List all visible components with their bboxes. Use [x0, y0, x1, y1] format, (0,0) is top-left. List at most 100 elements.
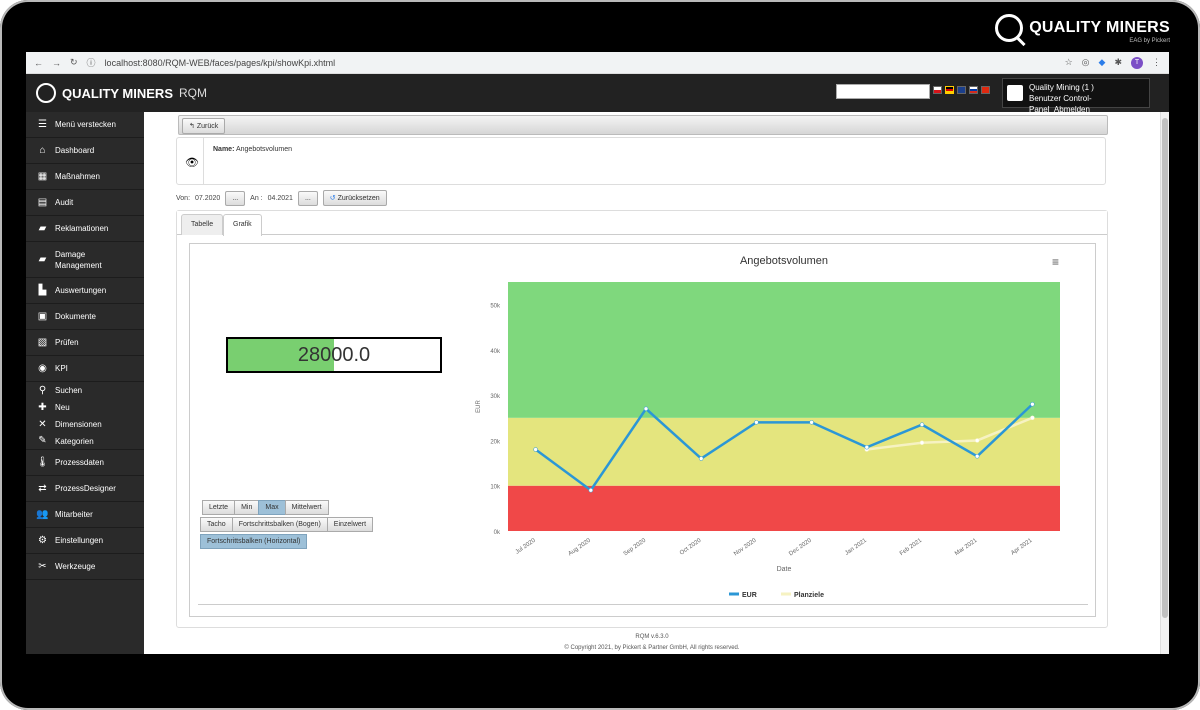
drop-icon[interactable]: ◆ [1099, 57, 1106, 68]
sidebar-item-dashboard[interactable]: ⌂ Dashboard [26, 138, 144, 164]
data-point [588, 488, 594, 493]
from-date-picker-button[interactable]: ... [225, 190, 246, 206]
header-search-input[interactable] [836, 84, 930, 99]
sidebar-item-mitarbeiter[interactable]: 👥 Mitarbeiter [26, 502, 144, 528]
brand-logo: QUALITY MINERS EAG by Pickert [995, 14, 1170, 44]
option-button[interactable]: Mittelwert [284, 500, 329, 515]
from-value: 07.2020 [195, 194, 221, 202]
page-scrollbar[interactable] [1160, 112, 1169, 654]
extension-icon[interactable]: ◎ [1082, 57, 1090, 68]
y-axis-label: EUR [476, 400, 482, 413]
tab-tabelle[interactable]: Tabelle [181, 214, 224, 235]
language-flags [933, 86, 990, 94]
plot-band [508, 417, 1060, 486]
sidebar-item-label: Mitarbeiter [55, 510, 93, 519]
eye-icon[interactable]: 👁 [185, 156, 199, 169]
sidebar-item-label: Prozessdaten [55, 458, 104, 467]
x-tick-label: Mar 2021 [954, 537, 979, 557]
flag-cn-icon[interactable] [981, 86, 990, 94]
option-button[interactable]: Fortschrittsbalken (Horizontal) [200, 534, 308, 549]
sidebar-item-prozessdaten[interactable]: 🌡 Prozessdaten [26, 450, 144, 476]
reset-icon: ↺ [329, 195, 336, 202]
sidebar-item-werkzeuge[interactable]: ✂ Werkzeuge [26, 554, 144, 580]
sidebar-item-suchen[interactable]: ⚲ Suchen [26, 382, 144, 399]
back-button[interactable]: ↰ Zurück [182, 118, 226, 134]
x-tick-label: Jul 2020 [515, 537, 538, 555]
back-arrow-icon[interactable]: ← [34, 58, 43, 68]
user-name: Quality Mining (1 ) [1029, 83, 1094, 92]
browser-bar: ← → ↻ ⓘ localhost:8080/RQM-WEB/faces/pag… [26, 52, 1169, 74]
profile-avatar[interactable]: T [1131, 56, 1143, 69]
bar-chart-icon: ▙ [38, 284, 47, 296]
sidebar-item-kpi[interactable]: ◉ KPI [26, 356, 144, 382]
sidebar-item-label: KPI [55, 364, 68, 373]
browser-menu-icon[interactable]: ⋮ [1152, 57, 1161, 68]
to-date-picker-button[interactable]: ... [297, 190, 318, 206]
legend-label[interactable]: EUR [742, 592, 757, 599]
sidebar-item-audit[interactable]: ▤ Audit [26, 190, 144, 216]
sidebar-item-menu-toggle[interactable]: ☰ Menü verstecken [26, 112, 144, 138]
sidebar-item-label: ProzessDesigner [55, 484, 116, 493]
option-button[interactable]: Letzte [202, 500, 236, 515]
chart-menu-icon[interactable]: ≡ [1052, 255, 1059, 269]
shuffle-icon: ⇄ [38, 482, 47, 494]
option-button[interactable]: Min [234, 500, 260, 515]
sidebar-item-label: Menü verstecken [55, 120, 116, 129]
footer: RQM v.6.3.0 © Copyright 2021, by Pickert… [144, 632, 1160, 654]
chart-title: Angebotsvolumen [740, 255, 828, 267]
forward-arrow-icon[interactable]: → [52, 58, 61, 68]
data-point [974, 438, 980, 443]
data-point [533, 447, 538, 452]
scrollbar-thumb[interactable] [1162, 118, 1168, 618]
sidebar-item-einstellungen[interactable]: ⚙ Einstellungen [26, 528, 144, 554]
address-bar[interactable]: localhost:8080/RQM-WEB/faces/pages/kpi/s… [105, 58, 1056, 68]
brand-sub: EAG by Pickert [1129, 38, 1170, 44]
data-point [809, 420, 814, 425]
sidebar-item-neu[interactable]: ✚ Neu [26, 399, 144, 416]
main-content: ↰ Zurück 👁 Name: Angebotsvolumen Von: 07… [144, 112, 1160, 654]
info-icon[interactable]: ⓘ [87, 56, 96, 69]
sidebar-item-kategorien[interactable]: ✎ Kategorien [26, 433, 144, 450]
tools-icon: ✂ [38, 560, 47, 572]
flag-de-icon[interactable] [945, 86, 954, 94]
search-icon: ⚲ [38, 384, 47, 396]
aggregation-buttons: Letzte Min Max Mittelwert [202, 500, 329, 515]
option-button[interactable]: Einzelwert [326, 517, 374, 532]
reset-button-label: Zurücksetzen [337, 195, 380, 202]
sidebar-item-label: Kategorien [55, 436, 94, 446]
reset-button[interactable]: ↺ Zurücksetzen [322, 190, 387, 206]
flag-cz-icon[interactable] [933, 86, 942, 94]
version-text: RQM v.6.3.0 [635, 634, 669, 640]
option-button[interactable]: Fortschrittsbalken (Bogen) [231, 517, 328, 532]
sidebar-item-label: Einstellungen [55, 536, 104, 545]
plus-icon: ✚ [38, 401, 47, 413]
sidebar-item-label: Reklamationen [55, 224, 109, 233]
sidebar-item-prozessdesigner[interactable]: ⇄ ProzessDesigner [26, 476, 144, 502]
sidebar-item-dokumente[interactable]: ▣ Dokumente [26, 304, 144, 330]
data-point [754, 420, 759, 425]
sidebar-item-auswertungen[interactable]: ▙ Auswertungen [26, 278, 144, 304]
sidebar-item-reklamationen[interactable]: ▰ Reklamationen [26, 216, 144, 242]
option-button[interactable]: Max [258, 500, 286, 515]
progress-value: 28000.0 [297, 344, 371, 366]
sidebar-item-damage-management[interactable]: ▰ Damage Management [26, 242, 144, 278]
option-button[interactable]: Tacho [200, 517, 233, 532]
tab-grafik[interactable]: Grafik [223, 214, 262, 236]
sidebar: ☰ Menü verstecken ⌂ Dashboard ▦ Maßnahmen ▤… [26, 112, 144, 654]
sidebar-item-label: Maßnahmen [55, 172, 100, 181]
sidebar-item-massnahmen[interactable]: ▦ Maßnahmen [26, 164, 144, 190]
gear-icon: ⚙ [38, 534, 47, 546]
x-axis-label: Date [777, 566, 792, 573]
legend-label[interactable]: Planziele [794, 592, 824, 599]
puzzle-icon[interactable]: ✱ [1114, 57, 1122, 68]
star-icon[interactable]: ☆ [1065, 57, 1073, 68]
flag-uk-icon[interactable] [957, 86, 966, 94]
browser-extensions: ☆ ◎ ◆ ✱ T ⋮ [1065, 56, 1161, 69]
sidebar-item-pruefen[interactable]: ▧ Prüfen [26, 330, 144, 356]
graphic-panel: 28000.0 Letzte Min Max Mittelwert Tacho Fort… [189, 243, 1096, 617]
y-tick-label: 0k [494, 530, 501, 536]
sidebar-item-label: Damage Management [55, 249, 102, 270]
reload-icon[interactable]: ↻ [70, 57, 78, 68]
sidebar-item-dimensionen[interactable]: ✕ Dimensionen [26, 416, 144, 433]
flag-ru-icon[interactable] [969, 86, 978, 94]
